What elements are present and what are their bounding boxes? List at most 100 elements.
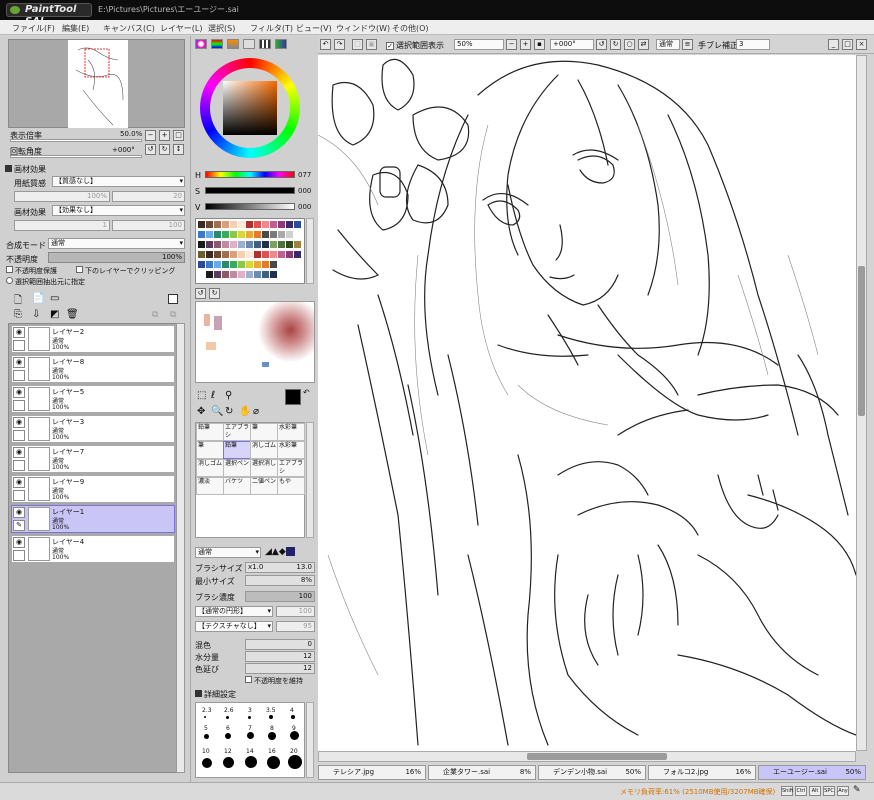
rgb-slider-tab-icon[interactable] xyxy=(211,39,223,49)
tool-slot[interactable]: 消しゴム xyxy=(196,459,224,477)
invert-select-icon[interactable]: ▣ xyxy=(366,39,377,50)
visibility-eye-icon[interactable]: ◉ xyxy=(13,507,25,518)
color-wheel[interactable] xyxy=(200,58,300,158)
tool-slot-selected[interactable]: 鉛筆 xyxy=(223,441,251,459)
tool-slot[interactable]: 筆 xyxy=(250,423,278,441)
toolbar-mode-button[interactable]: ≡ xyxy=(682,39,693,50)
menu-layer[interactable]: レイヤー(L) xyxy=(160,23,202,34)
document-tab-active[interactable]: エーユージー.sai 50% xyxy=(758,765,866,780)
zoom-tool-icon[interactable]: 🔍 xyxy=(211,406,223,417)
effect-select[interactable]: 【効果なし】 ▾ xyxy=(52,205,185,216)
color-swatch[interactable] xyxy=(278,271,285,278)
rotate-reset-button[interactable]: ↕ xyxy=(173,144,184,155)
color-swatch[interactable] xyxy=(270,231,277,238)
document-tab[interactable]: フォルコ2.jpg 16% xyxy=(648,765,756,780)
canvas-horizontal-scrollbar[interactable] xyxy=(318,751,856,762)
swap-colors-icon[interactable]: ↶ xyxy=(303,388,310,397)
color-swatch[interactable] xyxy=(198,271,205,278)
toolbar-flip[interactable]: ⇄ xyxy=(638,39,649,50)
color-swatch[interactable] xyxy=(294,241,301,248)
menu-window[interactable]: ウィンドウ(W) xyxy=(336,23,390,34)
color-swatch[interactable] xyxy=(278,231,285,238)
color-swatch[interactable] xyxy=(286,241,293,248)
color-swatch[interactable] xyxy=(254,231,261,238)
color-swatch[interactable] xyxy=(238,261,245,268)
value-slider[interactable] xyxy=(205,203,295,210)
layer-item[interactable]: ◉ レイヤー9 通常 100% xyxy=(11,475,175,503)
color-swatch[interactable] xyxy=(246,221,253,228)
color-swatch[interactable] xyxy=(206,231,213,238)
brush-texture-amount[interactable]: 95 xyxy=(276,621,315,632)
color-swatch[interactable] xyxy=(206,241,213,248)
menu-edit[interactable]: 編集(E) xyxy=(62,23,89,34)
color-swatch[interactable] xyxy=(294,261,301,268)
toolbar-zoom-out[interactable]: − xyxy=(506,39,517,50)
visibility-eye-icon[interactable]: ◉ xyxy=(13,387,25,398)
trash-icon[interactable]: 🗑 xyxy=(66,309,79,320)
canvas-vertical-scrollbar[interactable] xyxy=(856,55,867,751)
color-swatch[interactable] xyxy=(270,271,277,278)
preset-scrollbar[interactable] xyxy=(306,702,314,778)
primary-color[interactable] xyxy=(285,389,301,405)
tool-grid-scrollbar[interactable] xyxy=(306,422,314,538)
water-slider[interactable]: 12 xyxy=(245,651,315,662)
view-blend-select[interactable]: 通常 xyxy=(656,39,680,50)
preserve-opacity-checkbox[interactable]: 不透明度保護 xyxy=(6,266,57,276)
layer-lock-toggle[interactable] xyxy=(13,340,25,351)
menu-canvas[interactable]: キャンバス(C) xyxy=(103,23,155,34)
tool-slot[interactable]: 濃淡 xyxy=(196,477,224,495)
color-swatch[interactable] xyxy=(278,251,285,258)
color-swatch[interactable] xyxy=(214,271,221,278)
min-size-slider[interactable]: 8% xyxy=(245,575,315,586)
effect-width-field[interactable]: 1 xyxy=(14,220,110,231)
brush-shape-icons[interactable]: ◢▲◆ xyxy=(265,547,313,558)
zoom-in-button[interactable]: + xyxy=(159,130,170,141)
color-swatch[interactable] xyxy=(222,251,229,258)
color-swatch[interactable] xyxy=(206,271,213,278)
layer-lock-toggle[interactable] xyxy=(13,490,25,501)
menu-filter[interactable]: フィルタ(T) xyxy=(250,23,293,34)
opacity-slider[interactable]: 100% xyxy=(48,252,185,263)
toolbar-rotate-left[interactable]: ↺ xyxy=(596,39,607,50)
color-swatch[interactable] xyxy=(222,241,229,248)
hsv-slider-tab-icon[interactable] xyxy=(227,39,239,49)
color-swatch[interactable] xyxy=(254,221,261,228)
color-wheel-tab-icon[interactable] xyxy=(195,39,207,49)
color-swatch[interactable] xyxy=(206,221,213,228)
color-swatch[interactable] xyxy=(286,231,293,238)
color-swatch[interactable] xyxy=(286,271,293,278)
toolbar-zoom-in[interactable]: + xyxy=(520,39,531,50)
color-swatch[interactable] xyxy=(270,261,277,268)
paper-texture-select[interactable]: 【質感なし】 ▾ xyxy=(52,176,185,187)
tool-slot[interactable]: エアブラシ xyxy=(223,423,251,441)
vertical-scroll-thumb[interactable] xyxy=(858,266,865,416)
visibility-eye-icon[interactable]: ◉ xyxy=(13,417,25,428)
toolbar-rotate-reset[interactable]: ○ xyxy=(624,39,635,50)
canvas[interactable] xyxy=(317,55,857,751)
color-swatch[interactable] xyxy=(214,221,221,228)
rotate-tool-icon[interactable]: ↻ xyxy=(225,406,233,417)
saturation-value-square[interactable] xyxy=(223,81,277,135)
color-swatch[interactable] xyxy=(206,261,213,268)
navigator-preview[interactable] xyxy=(8,39,185,128)
color-swatch[interactable] xyxy=(294,271,301,278)
pencil-edit-icon[interactable]: ✎ xyxy=(13,520,25,531)
color-swatch[interactable] xyxy=(286,261,293,268)
window-restore-icon[interactable]: □ xyxy=(842,39,853,50)
stretch-slider[interactable]: 12 xyxy=(245,663,315,674)
color-swatch[interactable] xyxy=(230,251,237,258)
color-swatch[interactable] xyxy=(198,231,205,238)
swatch-tab-icon[interactable] xyxy=(259,39,271,49)
tool-slot[interactable]: 水彩筆 xyxy=(277,423,305,441)
window-close-icon[interactable]: × xyxy=(856,39,867,50)
document-tab[interactable]: デンデン小物.sai 50% xyxy=(538,765,646,780)
tool-slot[interactable]: エアブラシ xyxy=(277,459,305,477)
color-swatch[interactable] xyxy=(230,241,237,248)
paper-scale-field[interactable]: 100% xyxy=(14,191,110,202)
color-swatch[interactable] xyxy=(270,241,277,248)
color-swatch[interactable] xyxy=(270,251,277,258)
layer-item[interactable]: ◉ レイヤー4 通常 100% xyxy=(11,535,175,563)
color-swatch[interactable] xyxy=(286,221,293,228)
color-swatch[interactable] xyxy=(238,231,245,238)
brush-texture-select[interactable]: 【テクスチャなし】 ▾ xyxy=(195,621,273,632)
